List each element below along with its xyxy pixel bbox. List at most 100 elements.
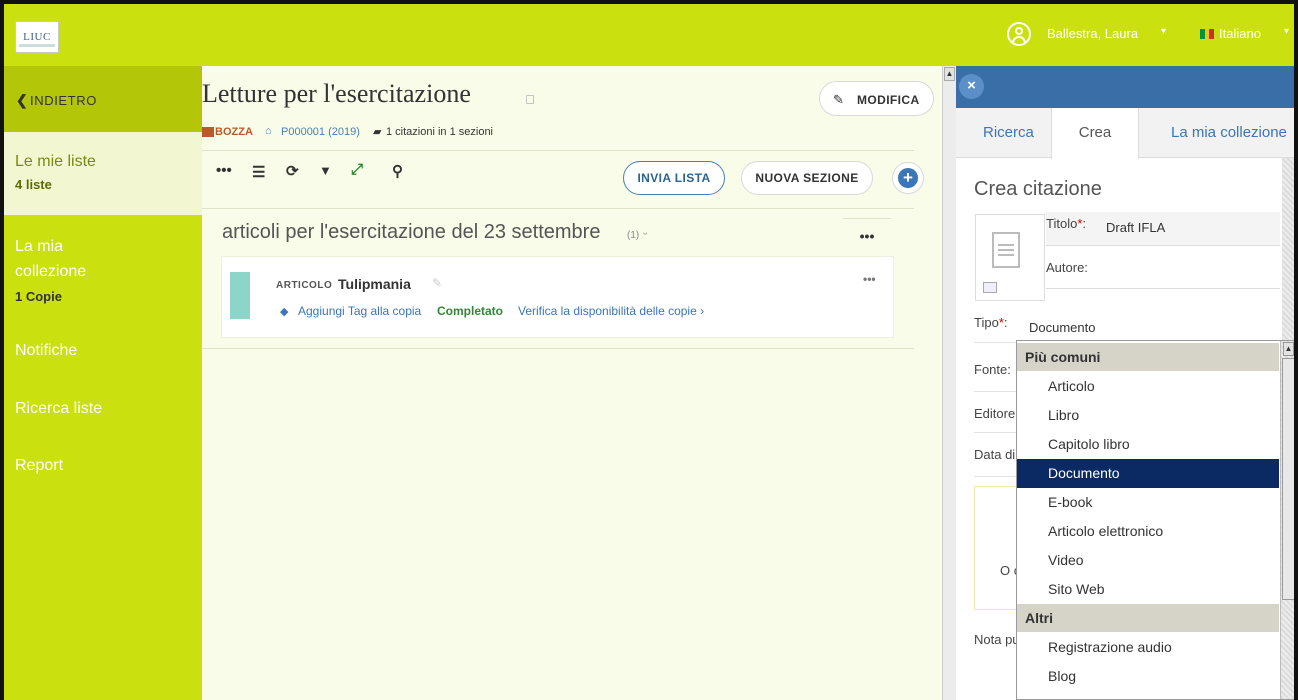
status-badge: BOZZA	[215, 126, 253, 138]
scroll-up-arrow-icon[interactable]: ▲	[944, 67, 955, 81]
search-icon[interactable]: ⚲	[392, 162, 403, 180]
option-article[interactable]: Articolo	[1017, 372, 1279, 401]
user-avatar-icon[interactable]	[1007, 22, 1031, 46]
italian-flag-icon[interactable]	[1200, 29, 1215, 39]
type-label: Tipo*:	[974, 315, 1008, 330]
plus-icon: +	[898, 168, 918, 188]
document-icon	[992, 232, 1020, 268]
author-field[interactable]	[1046, 288, 1280, 289]
expand-icon[interactable]: ⤢	[351, 161, 363, 178]
refresh-icon[interactable]: ⟳	[286, 162, 299, 180]
divider	[202, 348, 914, 349]
book-icon: ▰	[373, 126, 382, 138]
option-document[interactable]: Documento	[1017, 459, 1279, 488]
option-book-chapter[interactable]: Capitolo libro	[1017, 430, 1279, 459]
close-button[interactable]: ×	[959, 74, 984, 99]
citation-more-button[interactable]: •••	[863, 272, 876, 286]
section-count: (1)	[627, 230, 640, 241]
section-title[interactable]: articoli per l'esercitazione del 23 sett…	[222, 221, 600, 244]
panel-heading: Crea citazione	[974, 178, 1102, 200]
new-section-button[interactable]: NUOVA SEZIONE	[741, 161, 873, 195]
availability-link[interactable]: Verifica la disponibilità delle copie ›	[518, 304, 704, 318]
divider	[202, 150, 914, 151]
publisher-label: Editore	[974, 406, 1016, 421]
sidebar-item-label: Le mie liste	[15, 153, 96, 170]
sidebar-item-notifications[interactable]: Notifiche	[15, 342, 77, 360]
option-electronic-article[interactable]: Articolo elettronico	[1017, 517, 1279, 546]
divider	[202, 208, 914, 209]
source-label: Fonte:	[974, 362, 1011, 377]
edit-button-label: MODIFICA	[857, 93, 920, 107]
citation-summary: 1 citazioni in 1 sezioni	[386, 126, 494, 138]
sidebar-item-search-lists[interactable]: Ricerca liste	[15, 400, 102, 418]
filter-icon[interactable]: ▼	[319, 163, 332, 178]
tab-my-collection[interactable]: La mia collezione	[1171, 108, 1287, 158]
scroll-up-arrow-icon[interactable]: ▲	[1283, 342, 1294, 356]
type-select[interactable]: Documento	[1029, 320, 1095, 335]
chevron-down-icon[interactable]: ▾	[1284, 26, 1289, 37]
main-scrollbar[interactable]: ▲	[942, 66, 956, 700]
panel-header: ×	[956, 66, 1294, 108]
tab-create[interactable]: Crea	[1051, 108, 1139, 159]
language-menu[interactable]: Italiano	[1219, 26, 1261, 41]
note-label: Nota pu	[974, 632, 1020, 647]
liuc-logo[interactable]: LIUC	[15, 21, 59, 53]
citation-title[interactable]: Tulipmania	[338, 276, 411, 292]
tag-icon: ◆	[280, 306, 289, 318]
edit-icon[interactable]: ✎	[432, 276, 442, 290]
back-label: INDIETRO	[30, 93, 97, 108]
pencil-icon: ✎	[833, 92, 844, 107]
panel-tabs: Ricerca Crea La mia collezione	[956, 108, 1294, 159]
send-list-button[interactable]: INVIA LISTA	[623, 161, 725, 195]
option-website[interactable]: Sito Web	[1017, 575, 1279, 604]
user-menu[interactable]: Ballestra, Laura	[1047, 26, 1138, 41]
sidebar-item-label: La mia	[15, 238, 64, 255]
reading-list-main: Letture per l'esercitazione ✎ MODIFICA B…	[202, 66, 942, 700]
title-value[interactable]: Draft IFLA	[1106, 220, 1165, 235]
date-label: Data di	[974, 447, 1016, 462]
back-button[interactable]: ❮ INDIETRO	[4, 66, 202, 132]
sidebar-item-my-lists[interactable]: Le mie liste 4 liste	[4, 132, 202, 215]
add-tag-link[interactable]: Aggiungi Tag alla copia	[298, 304, 421, 318]
add-button[interactable]: +	[892, 162, 924, 194]
image-icon[interactable]	[983, 282, 997, 293]
option-video[interactable]: Video	[1017, 546, 1279, 575]
option-ebook[interactable]: E-book	[1017, 488, 1279, 517]
edit-icon[interactable]	[526, 95, 534, 104]
book-cover-thumbnail	[230, 272, 250, 319]
course-link[interactable]: P000001 (2019)	[281, 126, 360, 138]
section-more-button[interactable]: •••	[843, 218, 891, 256]
option-group-others: Altri	[1017, 604, 1279, 632]
scrollbar-thumb[interactable]	[1282, 358, 1294, 600]
edit-button[interactable]: ✎ MODIFICA	[819, 81, 934, 116]
sidebar-item-my-collection[interactable]: La mia collezione 1 Copie	[4, 215, 202, 315]
title-label: Titolo*:	[1046, 216, 1086, 231]
chevron-down-icon[interactable]: ▾	[1161, 26, 1166, 37]
citation-card[interactable]: ARTICOLO Tulipmania ✎ ••• ◆ Aggiungi Tag…	[221, 256, 894, 338]
sidebar-item-count: 4 liste	[15, 177, 52, 192]
top-bar: LIUC Ballestra, Laura ▾ Italiano ▾	[4, 4, 1294, 66]
author-label: Autore:	[1046, 260, 1088, 275]
sidebar-item-reports[interactable]: Report	[15, 457, 63, 475]
sidebar-item-count: 1 Copie	[15, 289, 62, 304]
sidebar: ❮ INDIETRO Le mie liste 4 liste La mia c…	[4, 66, 202, 700]
completion-status[interactable]: Completato	[437, 304, 503, 318]
dropdown-scrollbar[interactable]: ▲	[1280, 341, 1294, 699]
option-group-common: Più comuni	[1017, 343, 1279, 371]
document-thumbnail	[975, 214, 1045, 301]
option-case[interactable]: Caso	[1017, 691, 1279, 699]
tab-search[interactable]: Ricerca	[983, 108, 1034, 158]
option-blog[interactable]: Blog	[1017, 662, 1279, 691]
option-book[interactable]: Libro	[1017, 401, 1279, 430]
logo-subtitle	[19, 44, 55, 47]
more-icon[interactable]: •••	[216, 162, 232, 179]
chevron-left-icon: ❮	[16, 92, 28, 108]
graduation-cap-icon: ⌂	[265, 125, 272, 137]
type-dropdown-list[interactable]: Più comuni Articolo Libro Capitolo libro…	[1016, 340, 1294, 700]
logo-text: LIUC	[23, 31, 51, 43]
page-title: Letture per l'esercitazione	[202, 79, 471, 108]
citation-type: ARTICOLO	[276, 280, 333, 291]
list-view-icon[interactable]: ☰	[252, 163, 265, 181]
chevron-down-icon[interactable]: ⌄	[641, 227, 649, 238]
option-audio-recording[interactable]: Registrazione audio	[1017, 633, 1279, 662]
